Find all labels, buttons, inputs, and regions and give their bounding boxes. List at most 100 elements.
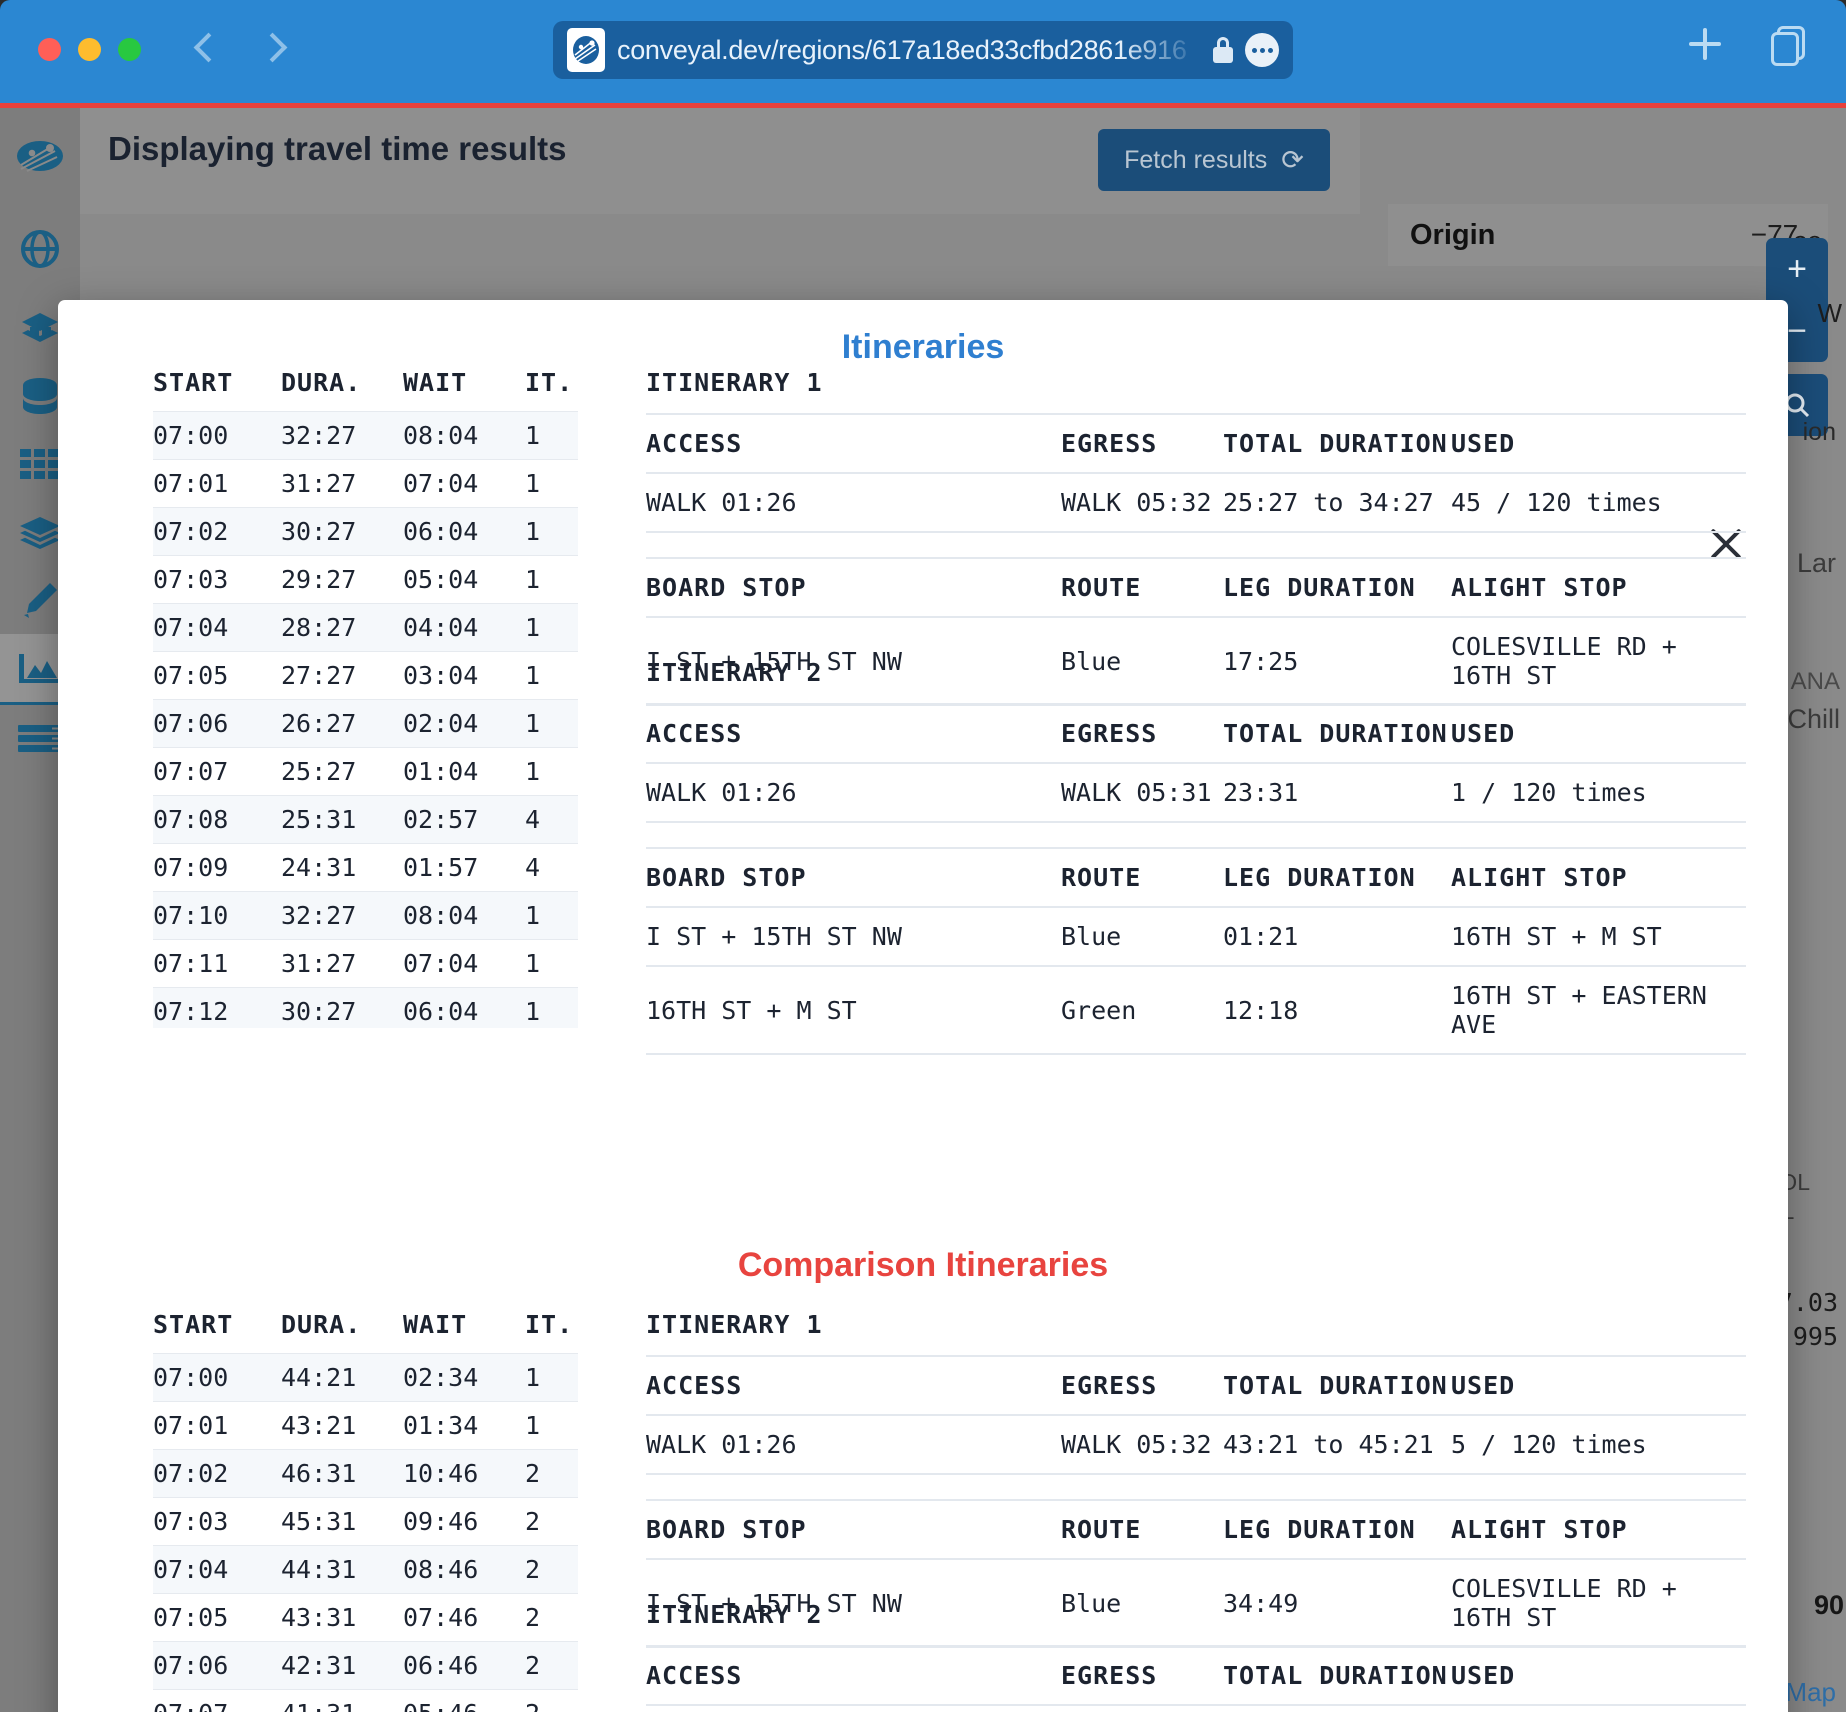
table-cell: 07:04 (403, 460, 525, 508)
column-header: USED (1451, 704, 1746, 763)
table-cell: 07:08 (153, 796, 281, 844)
zoom-window-button[interactable] (118, 38, 141, 61)
table-row[interactable]: 07:0246:3110:462 (153, 1450, 578, 1498)
table-row[interactable]: 07:0329:2705:041 (153, 556, 578, 604)
table-row[interactable]: 07:0725:2701:041 (153, 748, 578, 796)
table-cell: 42:31 (281, 1642, 403, 1690)
table-cell: 12:18 (1223, 966, 1451, 1054)
table-row[interactable]: 07:0428:2704:041 (153, 604, 578, 652)
itineraries-modal: Itineraries START DURA. WAIT IT.07:0032:270… (58, 300, 1788, 1712)
summary-row[interactable]: WALK 01:26WALK 05:3225:27 to 34:2745 / 1… (646, 473, 1746, 532)
table-row[interactable]: 07:0626:2702:041 (153, 700, 578, 748)
leg-header-row: BOARD STOPROUTELEG DURATIONALIGHT STOP (646, 848, 1746, 907)
table-cell: 07:01 (153, 460, 281, 508)
summary-header-row: ACCESSEGRESSTOTAL DURATIONUSED (646, 704, 1746, 763)
table-cell: 07:05 (153, 652, 281, 700)
times-col-dura: DURA. (281, 368, 403, 412)
browser-chrome: conveyal.dev/regions/617a18ed33cfbd2861e… (0, 0, 1846, 103)
table-row[interactable]: 07:0032:2708:041 (153, 412, 578, 460)
plus-icon[interactable] (1683, 22, 1727, 66)
table-row[interactable]: 07:0131:2707:041 (153, 460, 578, 508)
table-row[interactable]: 07:0044:2102:341 (153, 1354, 578, 1402)
leg-row[interactable]: I ST + 15TH ST NWBlue01:2116TH ST + M ST (646, 907, 1746, 966)
column-header: USED (1451, 1356, 1746, 1415)
leg-row[interactable]: 16TH ST + M STGreen12:1816TH ST + EASTER… (646, 966, 1746, 1054)
comparison-times-table-wrapper[interactable]: STARTDURA.WAITIT.07:0044:2102:34107:0143… (58, 1310, 578, 1712)
tabs-icon[interactable] (1767, 22, 1811, 66)
table-row[interactable]: 07:0527:2703:041 (153, 652, 578, 700)
table-cell: Blue (1061, 907, 1223, 966)
table-row[interactable]: 07:1131:2707:041 (153, 940, 578, 988)
chrome-right-actions (1683, 22, 1811, 66)
minimize-window-button[interactable] (78, 38, 101, 61)
table-row[interactable]: 07:0230:2706:041 (153, 508, 578, 556)
table-cell: 24:31 (281, 844, 403, 892)
table-cell: 07:04 (153, 1546, 281, 1594)
column-header: EGRESS (1061, 704, 1223, 763)
itinerary-heading: ITINERARY 2 (646, 1600, 1746, 1645)
table-cell: 44:31 (281, 1546, 403, 1594)
table-cell: 1 (525, 700, 578, 748)
table-cell: 1 / 120 times (1451, 763, 1746, 822)
table-cell: 4 (525, 844, 578, 892)
table-cell: 25:31 (281, 796, 403, 844)
summary-row[interactable]: WALK 01:26WALK 05:3123:311 / 120 times (646, 763, 1746, 822)
table-cell: 16TH ST + EASTERN AVE (1451, 966, 1746, 1054)
table-cell: WALK 05:31 (1061, 763, 1223, 822)
table-row[interactable]: 07:1230:2706:041 (153, 988, 578, 1029)
table-cell: 1 (525, 412, 578, 460)
table-row[interactable]: 07:0444:3108:462 (153, 1546, 578, 1594)
compass-west-label: W (1817, 298, 1842, 329)
table-row[interactable]: 07:0543:3107:462 (153, 1594, 578, 1642)
table-cell: 1 (525, 1402, 578, 1450)
table-cell: 01:04 (403, 748, 525, 796)
table-cell: 2 (525, 1498, 578, 1546)
back-chevron-icon[interactable] (190, 24, 220, 76)
comparison-itinerary-block: ITINERARY 2ACCESSEGRESSTOTAL DURATIONUSE… (646, 1600, 1746, 1712)
close-window-button[interactable] (38, 38, 61, 61)
primary-times-table-wrapper[interactable]: STARTDURA.WAITIT.07:0032:2708:04107:0131… (58, 368, 578, 1028)
itinerary-heading: ITINERARY 1 (646, 368, 1746, 413)
times-col-it: IT. (525, 368, 578, 412)
summary-row[interactable]: WALK 01:26WALK 05:3243:21 to 45:215 / 12… (646, 1415, 1746, 1474)
sidebar-item-globe-icon[interactable] (0, 204, 80, 294)
table-cell: WALK 05:31 (1061, 1705, 1223, 1712)
table-row[interactable]: 07:0143:2101:341 (153, 1402, 578, 1450)
summary-row[interactable]: WALK 03:52WALK 05:3137:31 to 48:31115 / … (646, 1705, 1746, 1712)
address-bar[interactable]: conveyal.dev/regions/617a18ed33cfbd2861e… (553, 21, 1293, 79)
sidebar-item-conveyal-logo-icon[interactable] (0, 108, 80, 204)
table-row[interactable]: 07:1032:2708:041 (153, 892, 578, 940)
times-col-wait: WAIT (403, 1310, 525, 1354)
table-cell: 07:03 (153, 556, 281, 604)
table-cell: 04:04 (403, 604, 525, 652)
column-header: ACCESS (646, 704, 1061, 763)
times-col-start: START (153, 1310, 281, 1354)
column-header: LEG DURATION (1223, 1500, 1451, 1559)
zoom-in-button[interactable]: + (1766, 238, 1828, 300)
leg-header-row: BOARD STOPROUTELEG DURATIONALIGHT STOP (646, 558, 1746, 617)
table-cell: 25:27 to 34:27 (1223, 473, 1451, 532)
table-row[interactable]: 07:0345:3109:462 (153, 1498, 578, 1546)
table-row[interactable]: 07:0924:3101:574 (153, 844, 578, 892)
table-cell: 07:05 (153, 1594, 281, 1642)
more-options-icon[interactable] (1245, 33, 1279, 67)
table-cell: 07:12 (153, 988, 281, 1029)
itinerary-detail-table: ACCESSEGRESSTOTAL DURATIONUSEDWALK 01:26… (646, 703, 1746, 1055)
column-header: EGRESS (1061, 1646, 1223, 1705)
table-cell: 26:27 (281, 700, 403, 748)
itinerary-detail-table: ACCESSEGRESSTOTAL DURATIONUSEDWALK 03:52… (646, 1645, 1746, 1712)
table-cell: 2 (525, 1642, 578, 1690)
column-header: USED (1451, 414, 1746, 473)
fetch-results-button[interactable]: Fetch results ⟳ (1098, 129, 1330, 191)
table-row[interactable]: 07:0825:3102:574 (153, 796, 578, 844)
table-cell: 10:46 (403, 1450, 525, 1498)
modal-title: Itineraries (58, 328, 1788, 367)
window-traffic-lights (38, 38, 141, 61)
table-cell: 08:46 (403, 1546, 525, 1594)
primary-start-times-table: STARTDURA.WAITIT.07:0032:2708:04107:0131… (153, 368, 578, 1028)
table-row[interactable]: 07:0741:3105:462 (153, 1690, 578, 1712)
table-cell: 07:46 (403, 1594, 525, 1642)
itinerary-heading: ITINERARY 1 (646, 1310, 1746, 1355)
table-row[interactable]: 07:0642:3106:462 (153, 1642, 578, 1690)
forward-chevron-icon[interactable] (258, 24, 288, 76)
